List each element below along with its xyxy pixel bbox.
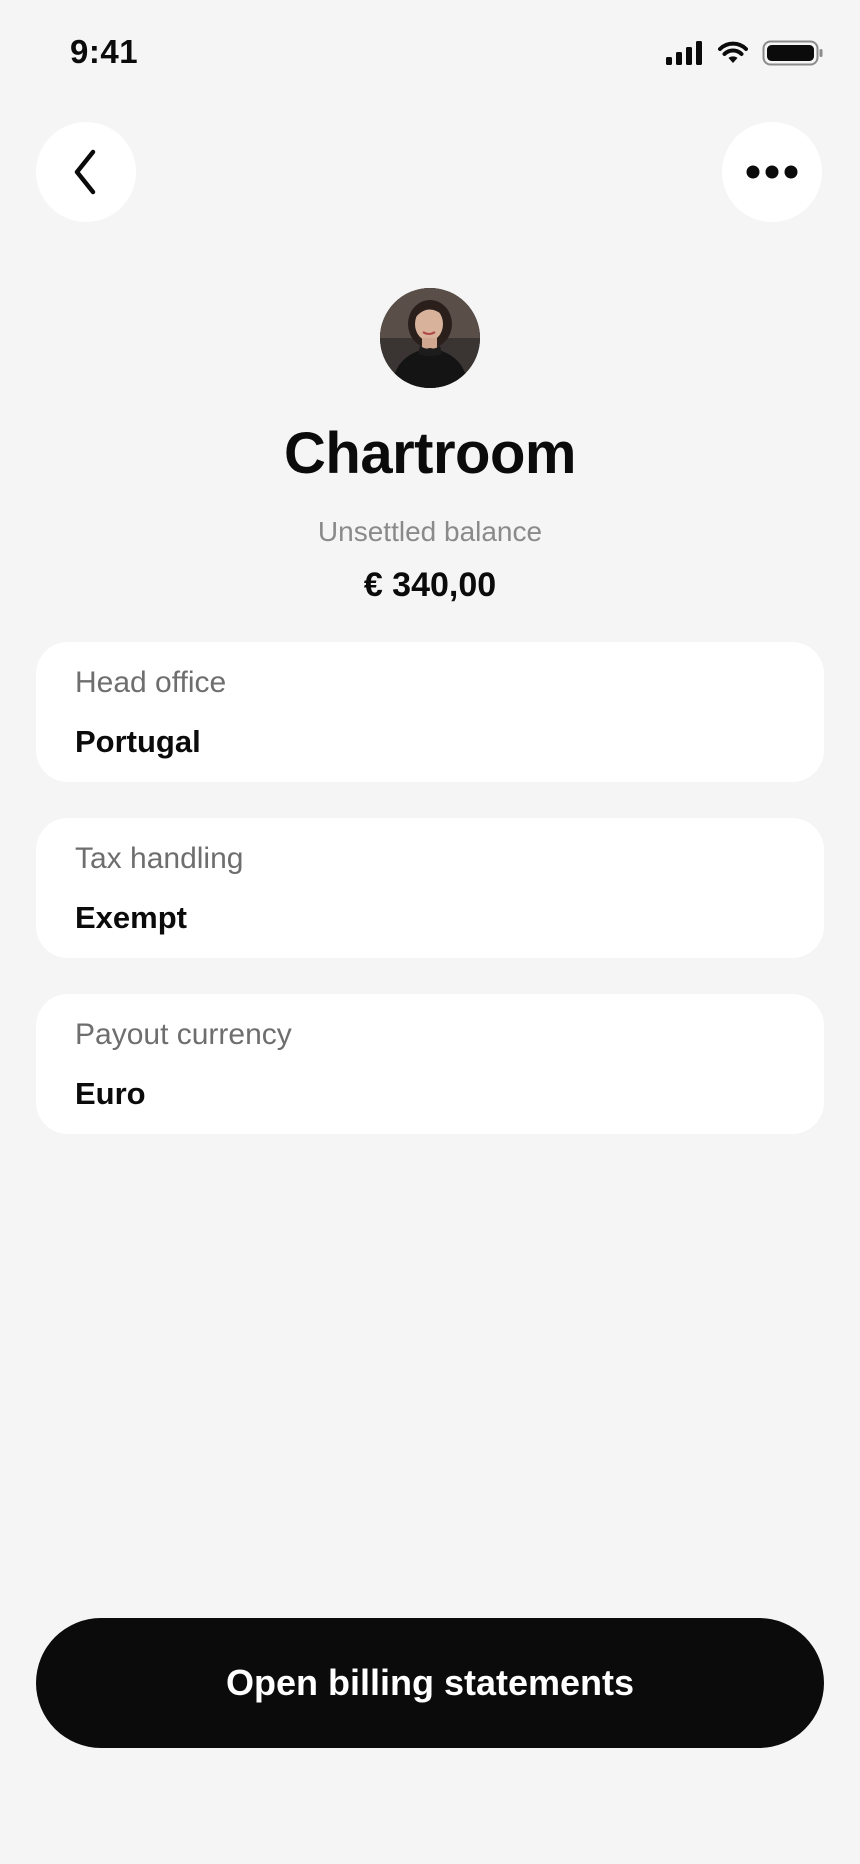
cellular-signal-icon <box>666 41 702 65</box>
balance-value: € 340,00 <box>363 566 497 604</box>
open-billing-statements-button[interactable]: Open billing statements <box>36 1618 824 1748</box>
chevron-left-icon <box>74 149 96 195</box>
back-button[interactable] <box>36 122 136 222</box>
detail-label: Payout currency <box>75 1018 292 1051</box>
battery-icon <box>762 40 823 66</box>
status-time: 9:41 <box>70 33 139 70</box>
wifi-icon <box>718 41 748 63</box>
detail-label: Tax handling <box>75 842 244 875</box>
status-icons <box>666 40 824 66</box>
avatar <box>380 288 480 388</box>
status-bar: 9:41 <box>0 0 860 110</box>
more-horizontal-icon <box>746 165 798 179</box>
avatar-portrait <box>380 288 480 388</box>
more-options-button[interactable] <box>722 122 822 222</box>
detail-label: Head office <box>75 666 227 699</box>
detail-value: Euro <box>75 1076 146 1111</box>
detail-card-payout-currency: Payout currency Euro <box>36 994 824 1134</box>
balance-label: Unsettled balance <box>317 516 543 547</box>
detail-value: Exempt <box>75 900 187 935</box>
detail-value: Portugal <box>75 724 201 759</box>
detail-card-tax-handling: Tax handling Exempt <box>36 818 824 958</box>
detail-card-head-office: Head office Portugal <box>36 642 824 782</box>
merchant-name: Chartroom <box>284 421 576 486</box>
